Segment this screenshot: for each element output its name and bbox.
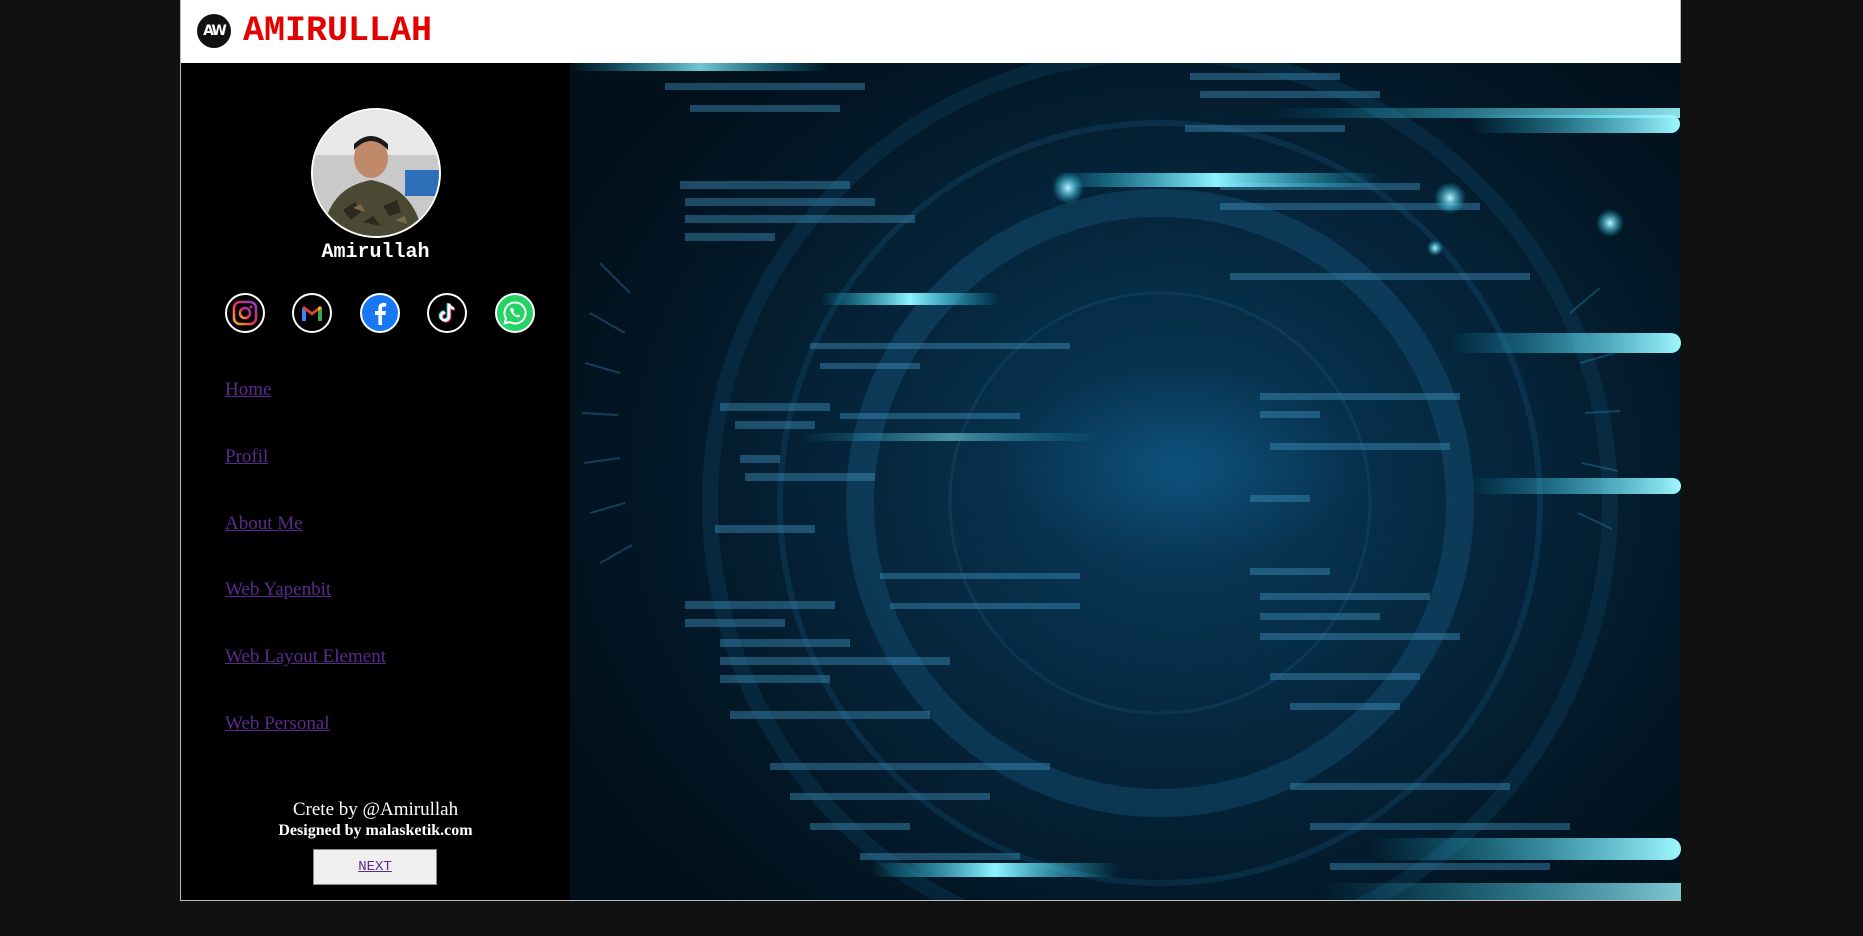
site-header: AW AMIRULLAH — [181, 0, 1680, 64]
instagram-icon — [232, 300, 258, 326]
page-frame: AW AMIRULLAH Amirullah Home Profil About… — [180, 0, 1681, 901]
code-background-graphic — [570, 63, 1681, 900]
logo-text: AW — [203, 23, 227, 39]
profile-name: Amirullah — [321, 241, 430, 264]
gmail-link[interactable] — [292, 293, 332, 333]
site-title: AMIRULLAH — [243, 11, 433, 51]
nav-web-layout-element[interactable]: Web Layout Element — [225, 646, 386, 668]
avatar — [311, 108, 441, 238]
tiktok-icon — [438, 302, 456, 323]
gmail-icon — [302, 306, 322, 321]
facebook-link[interactable] — [360, 293, 400, 333]
designed-by-text: Designed by malasketik.com — [278, 822, 473, 839]
credit-text: Crete by @Amirullah — [292, 799, 459, 820]
whatsapp-icon — [503, 301, 527, 325]
logo[interactable]: AW — [197, 14, 231, 48]
sidebar: Amirullah Home Profil About Me Web Yapen… — [181, 63, 570, 900]
nav-about-me[interactable]: About Me — [225, 513, 303, 535]
instagram-link[interactable] — [225, 293, 265, 333]
whatsapp-link[interactable] — [495, 293, 535, 333]
nav-web-yapenbit[interactable]: Web Yapenbit — [225, 579, 331, 601]
next-button[interactable]: NEXT — [313, 849, 437, 885]
facebook-icon — [375, 302, 387, 325]
nav-web-personal[interactable]: Web Personal — [225, 713, 330, 735]
tiktok-link[interactable] — [427, 293, 467, 333]
nav-home[interactable]: Home — [225, 379, 271, 401]
avatar-photo — [313, 110, 439, 236]
hero-image — [570, 63, 1681, 900]
nav-profil[interactable]: Profil — [225, 446, 268, 468]
